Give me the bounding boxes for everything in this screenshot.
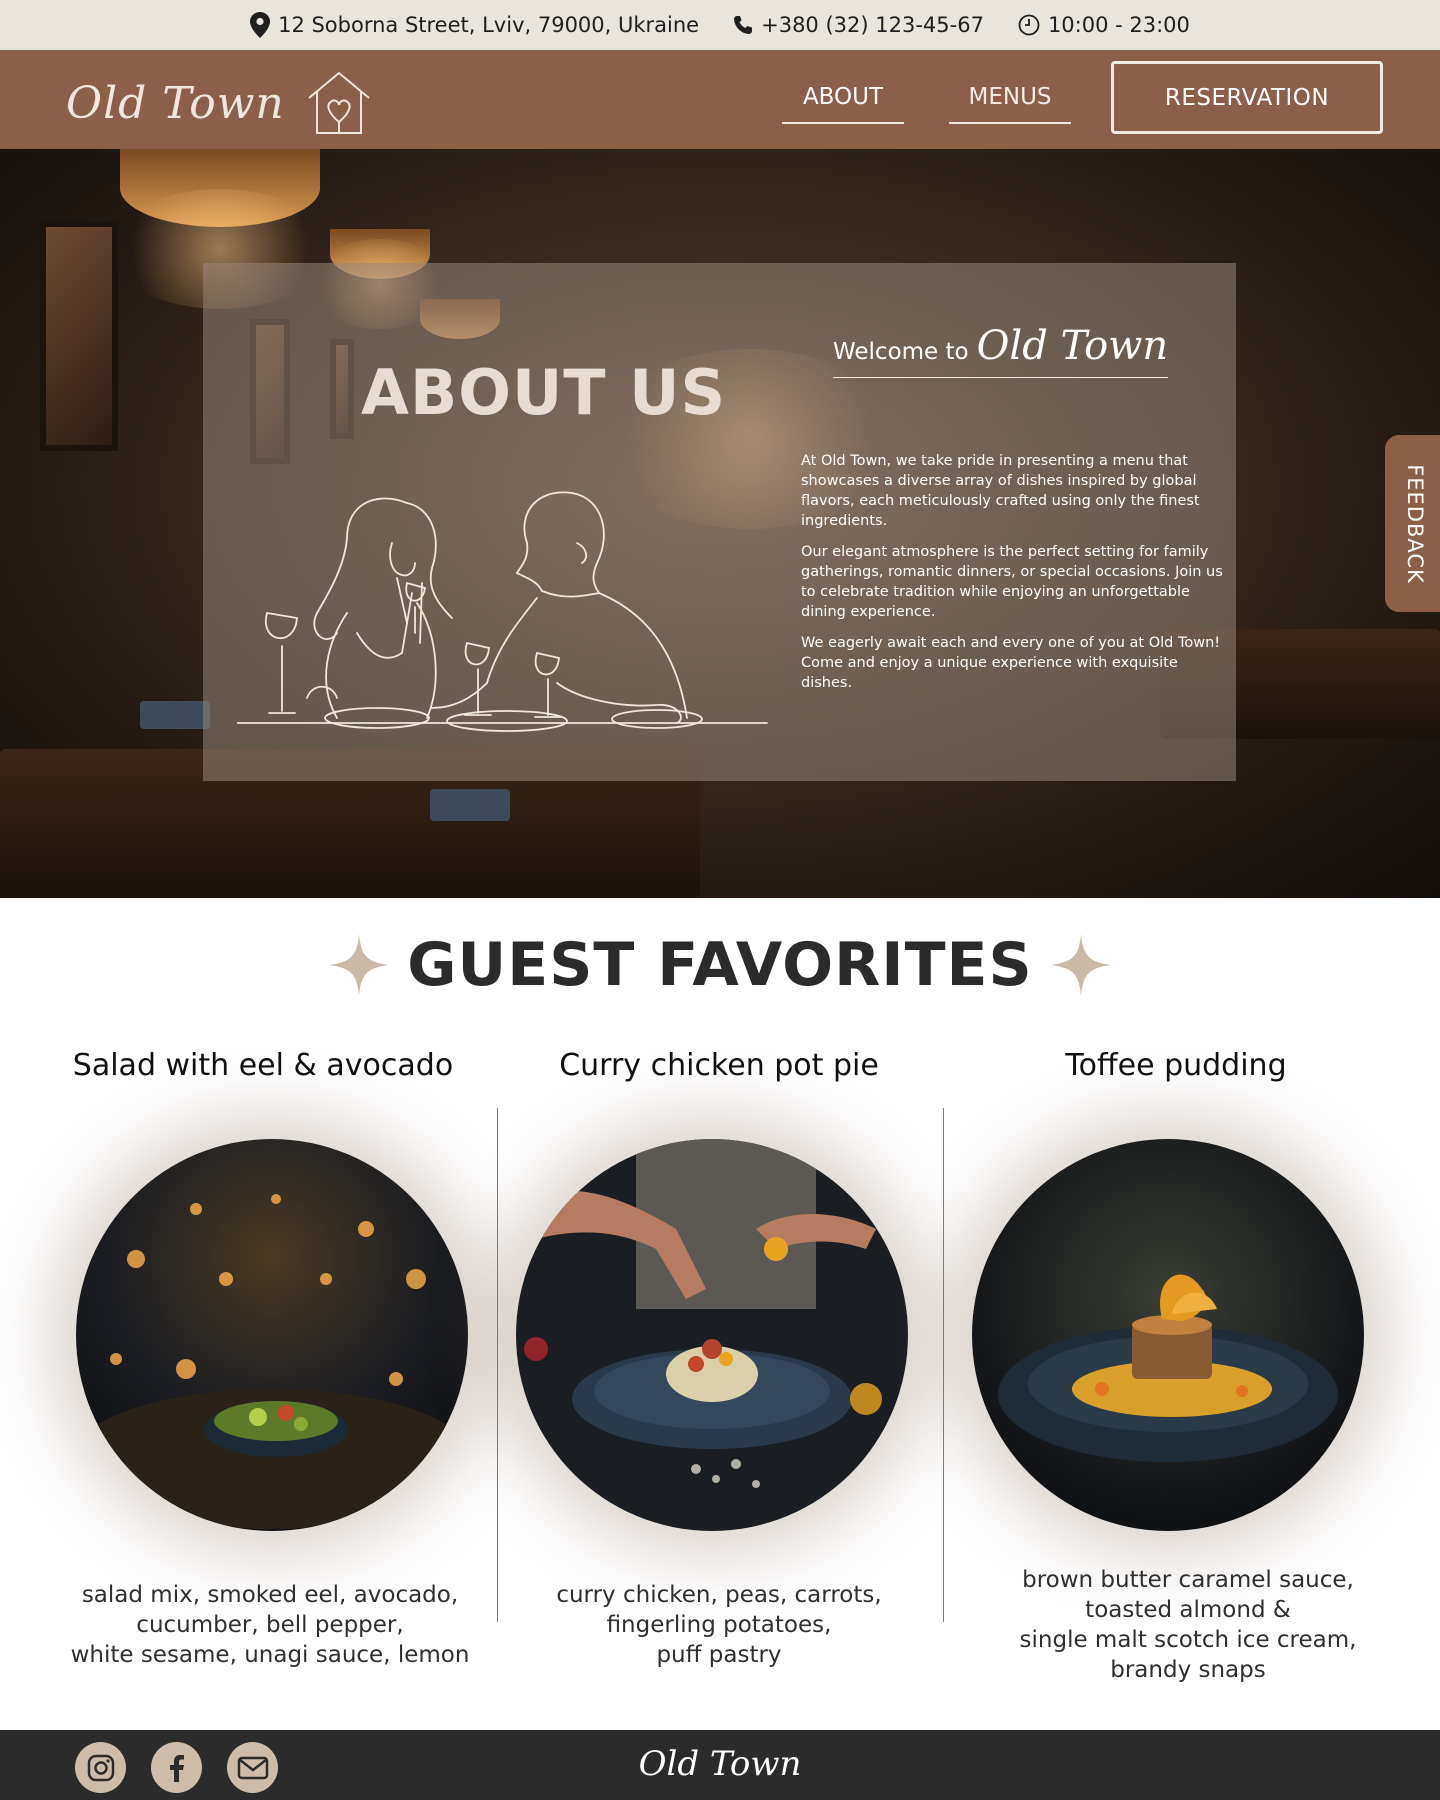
about-title: ABOUT US <box>361 356 727 429</box>
address-text: 12 Soborna Street, Lviv, 79000, Ukraine <box>278 13 700 37</box>
salad-photo <box>76 1139 468 1531</box>
footer-logo[interactable]: Old Town <box>0 1744 1440 1784</box>
welcome-heading: Welcome to Old Town <box>833 323 1169 378</box>
favorites-title: GUEST FAVORITES <box>407 930 1033 1000</box>
site-header: Old Town ABOUT MENUS RESERVATION <box>0 50 1440 149</box>
dish-description-line: puff pastry <box>656 1642 782 1668</box>
hours-info: 10:00 - 23:00 <box>1018 13 1190 37</box>
wall-painting <box>40 221 118 451</box>
pot-pie-photo <box>516 1139 908 1531</box>
about-paragraph: We eagerly await each and every one of y… <box>801 635 1221 691</box>
column-divider <box>497 1108 498 1622</box>
couple-dining-illustration <box>237 491 768 732</box>
dish-description-line: brown butter caramel sauce, <box>1022 1567 1354 1593</box>
toffee-pudding-photo <box>972 1139 1364 1531</box>
dish-description: curry chicken, peas, carrots, fingerling… <box>509 1580 929 1670</box>
napkin <box>140 701 210 729</box>
welcome-prefix: Welcome to <box>833 339 969 365</box>
location-pin-icon <box>250 12 271 38</box>
dish-photo-salad[interactable] <box>76 1139 468 1531</box>
address-info: 12 Soborna Street, Lviv, 79000, Ukraine <box>250 12 699 38</box>
header-logo[interactable]: Old Town <box>66 70 371 136</box>
logo-text[interactable]: Old Town <box>66 78 285 129</box>
dish-description-line: toasted almond & <box>1085 1597 1291 1623</box>
dish-photo-toffee-pudding[interactable] <box>972 1139 1364 1531</box>
dish-description: brown butter caramel sauce, toasted almo… <box>978 1565 1398 1685</box>
nav-menus[interactable]: MENUS <box>949 84 1071 124</box>
dish-description-line: brandy snaps <box>1110 1657 1266 1683</box>
dish-title: Salad with eel & avocado <box>72 1048 454 1083</box>
site-footer: Old Town <box>0 1730 1440 1800</box>
feedback-tab[interactable]: FEEDBACK <box>1385 435 1440 612</box>
dish-photo-pot-pie[interactable] <box>516 1139 908 1531</box>
dish-title: Curry chicken pot pie <box>559 1048 879 1083</box>
sparkle-icon <box>1050 934 1111 996</box>
hours-text: 10:00 - 23:00 <box>1047 13 1190 37</box>
dish-title: Toffee pudding <box>1065 1048 1287 1083</box>
about-paragraph: At Old Town, we take pride in presenting… <box>801 453 1200 529</box>
about-paragraph: Our elegant atmosphere is the perfect se… <box>801 544 1223 620</box>
nav-about[interactable]: ABOUT <box>782 84 904 124</box>
house-heart-icon <box>308 71 370 134</box>
napkin <box>430 789 510 821</box>
dish-description-line: single malt scotch ice cream, <box>1019 1627 1357 1653</box>
dish-description-line: salad mix, smoked eel, avocado, <box>81 1582 459 1608</box>
dish-description-line: curry chicken, peas, carrots, <box>556 1582 882 1608</box>
reservation-button[interactable]: RESERVATION <box>1111 61 1383 134</box>
about-text: At Old Town, we take pride in presenting… <box>801 451 1231 704</box>
dish-description-line: cucumber, bell pepper, <box>136 1612 404 1638</box>
dish-description: salad mix, smoked eel, avocado, cucumber… <box>60 1580 480 1670</box>
favorites-heading: GUEST FAVORITES <box>0 930 1440 1000</box>
hero-section: ABOUT US Welcome to Old Town At Old Town… <box>0 149 1440 898</box>
column-divider <box>943 1108 944 1622</box>
dish-description-line: fingerling potatoes, <box>606 1612 832 1638</box>
phone-icon <box>734 16 753 34</box>
phone-text[interactable]: +380 (32) 123-45-67 <box>761 13 984 37</box>
dish-description-line: white sesame, unagi sauce, lemon <box>70 1642 470 1668</box>
sparkle-icon <box>329 934 390 996</box>
feedback-label[interactable]: FEEDBACK <box>1403 464 1427 584</box>
top-info-bar: 12 Soborna Street, Lviv, 79000, Ukraine … <box>0 0 1440 50</box>
welcome-script: Old Town <box>976 323 1169 369</box>
clock-icon <box>1018 14 1040 36</box>
phone-info[interactable]: +380 (32) 123-45-67 <box>733 13 984 37</box>
about-panel: ABOUT US Welcome to Old Town At Old Town… <box>203 263 1236 781</box>
